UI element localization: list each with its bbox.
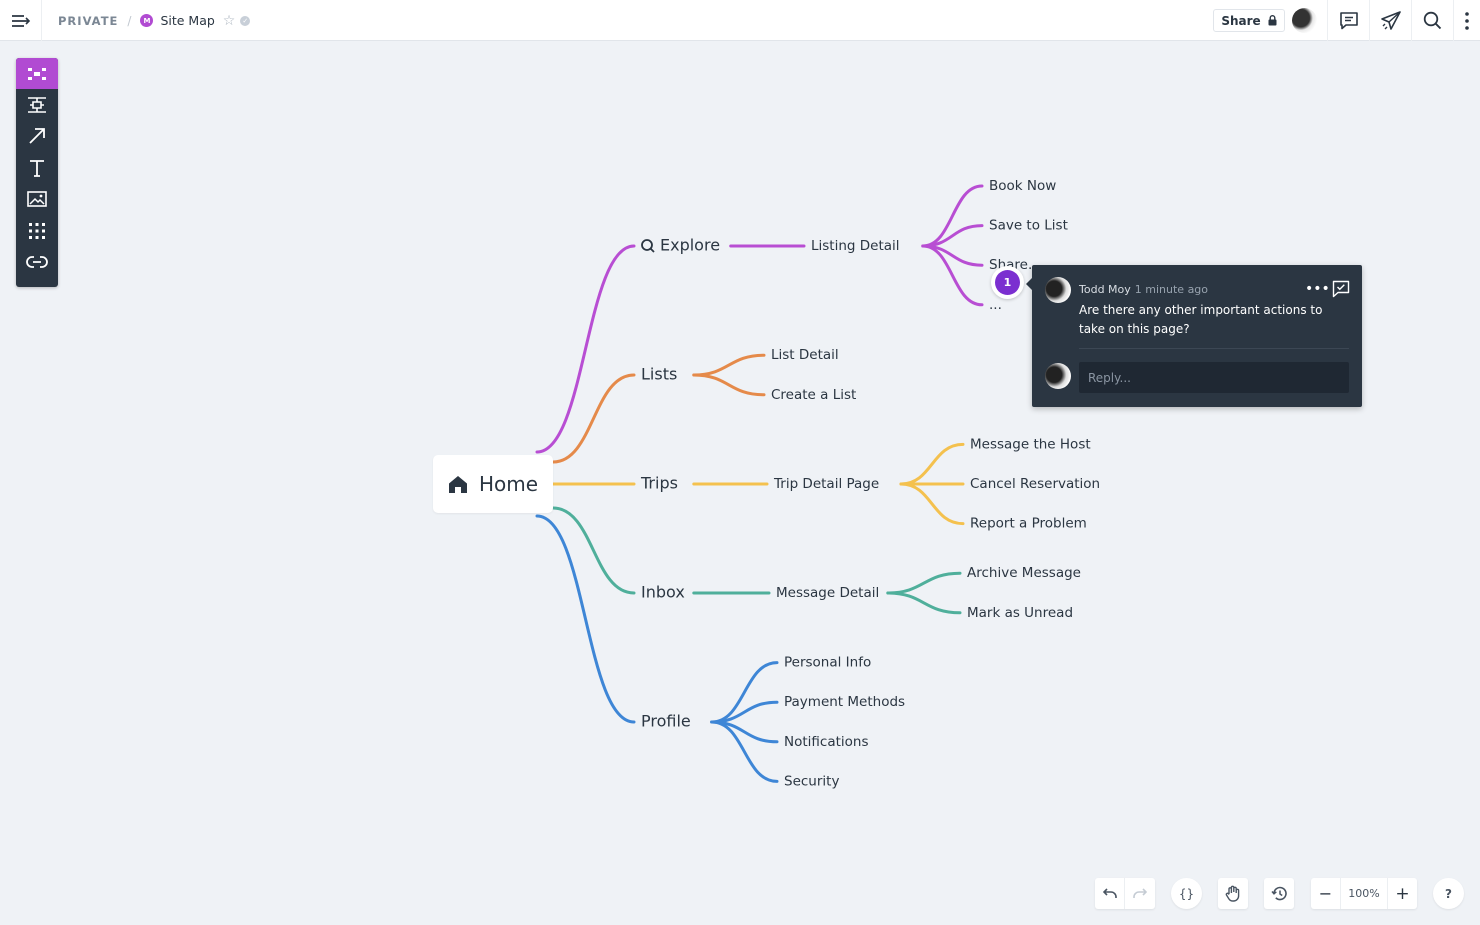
edge-leaf <box>886 571 962 595</box>
zoom-out-button[interactable]: − <box>1311 878 1341 909</box>
doc-badge: M <box>140 14 154 27</box>
leaf-node[interactable]: Security <box>784 773 839 789</box>
share-label: Share <box>1221 13 1261 28</box>
undo-icon <box>1102 888 1117 898</box>
present-icon <box>1380 10 1401 30</box>
comment-divider <box>1079 348 1349 349</box>
verified-icon: ✓ <box>240 15 251 26</box>
hand-icon <box>1225 885 1240 902</box>
edge-leaf <box>899 442 965 486</box>
comment-pin[interactable]: 1 <box>991 266 1024 299</box>
zoom-controls: − 100% + <box>1311 878 1417 909</box>
share-button[interactable]: Share <box>1213 9 1285 32</box>
search-icon <box>641 239 655 253</box>
child-node[interactable]: Listing Detail <box>811 238 900 254</box>
redo-icon <box>1133 888 1147 898</box>
undo-button[interactable] <box>1095 878 1125 909</box>
breadcrumb-separator: / <box>127 13 132 28</box>
help-label: ? <box>1445 886 1452 901</box>
branch-node-inbox[interactable]: Inbox <box>641 583 685 602</box>
branch-node-profile[interactable]: Profile <box>641 712 691 731</box>
edge-leaf <box>692 353 766 377</box>
root-node-label: Home <box>479 472 539 496</box>
doc-title[interactable]: Site Map <box>160 13 214 28</box>
reply-avatar <box>1045 363 1071 389</box>
menu-toggle-button[interactable] <box>0 0 42 41</box>
code-label: {} <box>1178 886 1195 901</box>
edge-root-explore <box>535 244 636 454</box>
leaf-node[interactable]: Report a Problem <box>970 516 1087 532</box>
more-vertical-icon <box>1465 11 1469 30</box>
branch-node-lists[interactable]: Lists <box>641 365 677 384</box>
user-avatar[interactable] <box>1292 8 1317 33</box>
leaf-node[interactable]: List Detail <box>771 347 839 363</box>
history-button[interactable] <box>1264 878 1294 909</box>
leaf-node[interactable]: Save to List <box>989 218 1068 234</box>
branch-node-trips[interactable]: Trips <box>640 474 678 493</box>
comment-author-avatar <box>1045 277 1071 303</box>
edge-leaf <box>899 482 965 526</box>
comment-text: Are there any other important actions to… <box>1079 303 1323 336</box>
root-node-home[interactable]: Home <box>433 455 553 513</box>
leaf-node[interactable]: Book Now <box>989 178 1056 194</box>
leaf-node[interactable]: Create a List <box>771 387 856 403</box>
child-node[interactable]: Trip Detail Page <box>773 476 879 492</box>
zoom-level[interactable]: 100% <box>1341 878 1387 909</box>
star-icon[interactable]: ☆ <box>223 13 236 29</box>
menu-collapse-icon <box>11 14 30 27</box>
comment-popover: Todd Moy 1 minute ago ••• Are there any o… <box>1026 265 1362 407</box>
comment-header: Todd Moy 1 minute ago <box>1079 283 1208 296</box>
branch-node-explore[interactable]: Explore <box>660 236 720 255</box>
lock-icon <box>1268 15 1277 26</box>
leaf-node[interactable]: Cancel Reservation <box>970 476 1100 492</box>
zoom-in-button[interactable]: + <box>1387 878 1417 909</box>
search-icon <box>1423 11 1442 30</box>
comments-icon <box>1339 12 1358 30</box>
leaf-node[interactable]: Mark as Unread <box>967 605 1073 621</box>
leaf-node[interactable]: Notifications <box>784 734 869 750</box>
resolve-check-icon <box>1332 280 1350 298</box>
top-bar: PRIVATE / M Site Map ☆ ✓ Share <box>0 0 1480 41</box>
home-icon <box>449 475 467 493</box>
undo-redo-group <box>1095 878 1155 909</box>
edge-leaf <box>886 591 962 615</box>
comment-author: Todd Moy <box>1079 283 1131 296</box>
leaf-node[interactable]: Personal Info <box>784 655 871 671</box>
code-button[interactable]: {} <box>1171 878 1202 909</box>
history-icon <box>1271 886 1287 901</box>
leaf-node[interactable]: Payment Methods <box>784 694 905 710</box>
search-button[interactable] <box>1411 0 1453 41</box>
comment-more-button[interactable]: ••• <box>1305 281 1330 297</box>
leaf-node[interactable]: ... <box>989 297 1002 313</box>
edge-leaf <box>692 373 766 397</box>
child-node[interactable]: Message Detail <box>776 585 879 601</box>
mindmap-canvas[interactable]: Explore Listing Detail Book Now Save to Lis… <box>0 42 1480 882</box>
comment-time: 1 minute ago <box>1134 283 1209 296</box>
comment-pin-number: 1 <box>995 270 1020 295</box>
reply-input[interactable] <box>1079 362 1349 393</box>
edge-root-profile <box>535 514 636 724</box>
present-button[interactable] <box>1369 0 1411 41</box>
leaf-node[interactable]: Archive Message <box>967 565 1081 581</box>
visibility-label[interactable]: PRIVATE <box>58 14 118 28</box>
pan-tool-button[interactable] <box>1218 878 1248 909</box>
redo-button[interactable] <box>1125 878 1155 909</box>
breadcrumb: PRIVATE / M Site Map ☆ ✓ <box>58 0 251 41</box>
resolve-comment-button[interactable] <box>1332 280 1350 302</box>
leaf-node[interactable]: Message the Host <box>970 436 1091 452</box>
comments-button[interactable] <box>1327 0 1369 41</box>
more-menu-button[interactable] <box>1453 0 1480 41</box>
help-button[interactable]: ? <box>1433 878 1464 909</box>
